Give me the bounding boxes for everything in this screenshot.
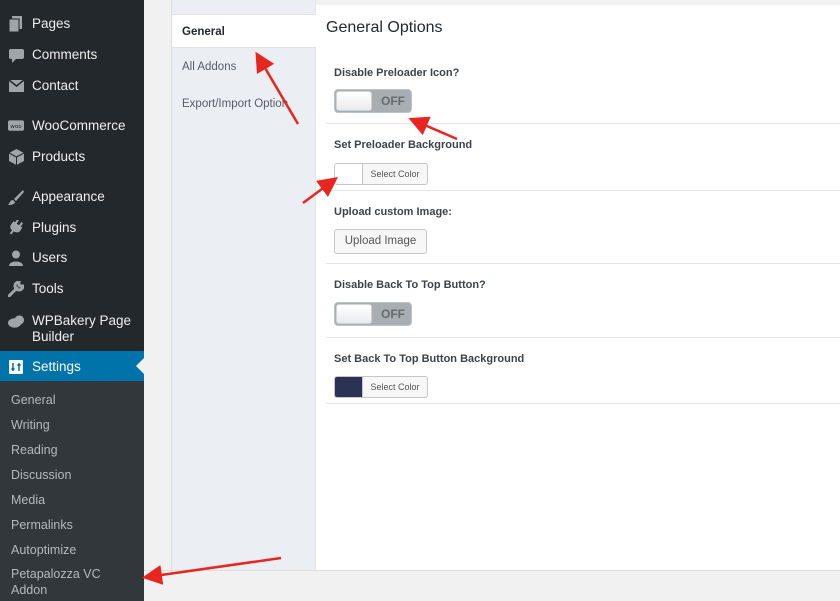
tab-general[interactable]: General <box>172 14 317 48</box>
dashboard-icon <box>8 0 24 4</box>
toggle-knob <box>336 91 372 111</box>
svg-text:woo: woo <box>10 124 22 130</box>
sidebar-item-products[interactable]: Products <box>0 149 144 167</box>
option-disable-preloader: Disable Preloader Icon? OFF <box>326 57 840 124</box>
color-swatch <box>335 164 363 184</box>
option-label: Set Back To Top Button Background <box>334 353 525 365</box>
sidebar-item-comments[interactable]: Comments <box>0 47 144 65</box>
sidebar-item-label: Contact <box>32 78 79 93</box>
sidebar-item-label: Settings <box>32 359 81 374</box>
sidebar-item-label: Products <box>32 149 86 164</box>
option-upload-image: Upload custom Image: Upload Image <box>326 191 840 264</box>
sidebar-item-contact[interactable]: Contact <box>0 78 144 96</box>
color-swatch <box>335 377 363 397</box>
option-label: Disable Back To Top Button? <box>334 279 486 291</box>
page-title: General Options <box>326 19 443 36</box>
woocommerce-icon: woo <box>8 118 24 134</box>
comments-icon <box>8 47 24 63</box>
sidebar-item-woocommerce[interactable]: woo WooCommerce <box>0 118 144 136</box>
sidebar-item-settings[interactable]: Settings <box>0 351 144 381</box>
submenu-item-discussion[interactable]: Discussion <box>11 468 71 483</box>
sidebar-item-appearance[interactable]: Appearance <box>0 189 144 207</box>
tab-export-import[interactable]: Export/Import Option <box>172 87 317 121</box>
back-to-top-color-picker[interactable]: Select Color <box>334 376 428 398</box>
admin-sidebar: Pages Comments Contact woo WooCommerce P… <box>0 0 144 601</box>
settings-icon <box>8 359 24 375</box>
toggle-state: OFF <box>381 307 405 321</box>
preloader-color-picker[interactable]: Select Color <box>334 163 428 185</box>
submenu-item-petapalozza[interactable]: Petapalozza VC Addon <box>11 566 111 598</box>
select-color-label: Select Color <box>370 169 420 179</box>
option-label: Set Preloader Background <box>334 139 473 151</box>
preloader-toggle[interactable]: OFF <box>334 89 412 113</box>
sidebar-item-label: Comments <box>32 47 98 62</box>
submenu-item-autoptimize[interactable]: Autoptimize <box>11 543 76 558</box>
tab-all-addons[interactable]: All Addons <box>172 50 317 84</box>
upload-image-button[interactable]: Upload Image <box>334 229 427 254</box>
option-label: Upload custom Image: <box>334 206 452 218</box>
sidebar-item-label: Plugins <box>32 220 77 235</box>
option-back-to-top-background: Set Back To Top Button Background Select… <box>326 338 840 404</box>
sidebar-item-wpbakery[interactable]: WPBakery Page Builder <box>0 313 144 347</box>
bottom-footer-bar <box>144 570 840 601</box>
products-icon <box>8 149 24 165</box>
submenu-item-permalinks[interactable]: Permalinks <box>11 518 73 533</box>
plugins-icon <box>8 220 24 236</box>
sidebar-item-label: Users <box>32 250 68 265</box>
general-options-panel: General Options Disable Preloader Icon? … <box>316 5 840 570</box>
current-menu-arrow <box>136 358 144 374</box>
submenu-item-general[interactable]: General <box>11 393 55 408</box>
appearance-icon <box>8 189 24 205</box>
sidebar-item-label: Tools <box>32 281 64 296</box>
option-disable-back-to-top: Disable Back To Top Button? OFF <box>326 264 840 338</box>
toggle-knob <box>336 304 372 324</box>
back-to-top-toggle[interactable]: OFF <box>334 302 412 326</box>
sidebar-item-label: WooCommerce <box>32 118 126 133</box>
sidebar-item-pages[interactable]: Pages <box>0 16 144 34</box>
tools-icon <box>8 281 24 297</box>
users-icon <box>8 250 24 266</box>
submenu-item-reading[interactable]: Reading <box>11 443 58 458</box>
options-tabs: General All Addons Export/Import Option <box>171 0 317 570</box>
submenu-item-writing[interactable]: Writing <box>11 418 50 433</box>
toggle-state: OFF <box>381 94 405 108</box>
sidebar-item-label: WPBakery Page Builder <box>32 313 132 344</box>
sidebar-item-label: Appearance <box>32 189 105 204</box>
sidebar-item-tools[interactable]: Tools <box>0 281 144 299</box>
sidebar-item-users[interactable]: Users <box>0 250 144 268</box>
option-preloader-background: Set Preloader Background Select Color <box>326 124 840 191</box>
wpbakery-icon <box>8 313 24 329</box>
mail-icon <box>8 78 24 94</box>
pages-icon <box>8 16 24 32</box>
option-label: Disable Preloader Icon? <box>334 67 460 79</box>
sidebar-item-plugins[interactable]: Plugins <box>0 220 144 238</box>
submenu-item-media[interactable]: Media <box>11 493 45 508</box>
sidebar-item-label: Pages <box>32 16 71 31</box>
select-color-label: Select Color <box>370 382 420 392</box>
